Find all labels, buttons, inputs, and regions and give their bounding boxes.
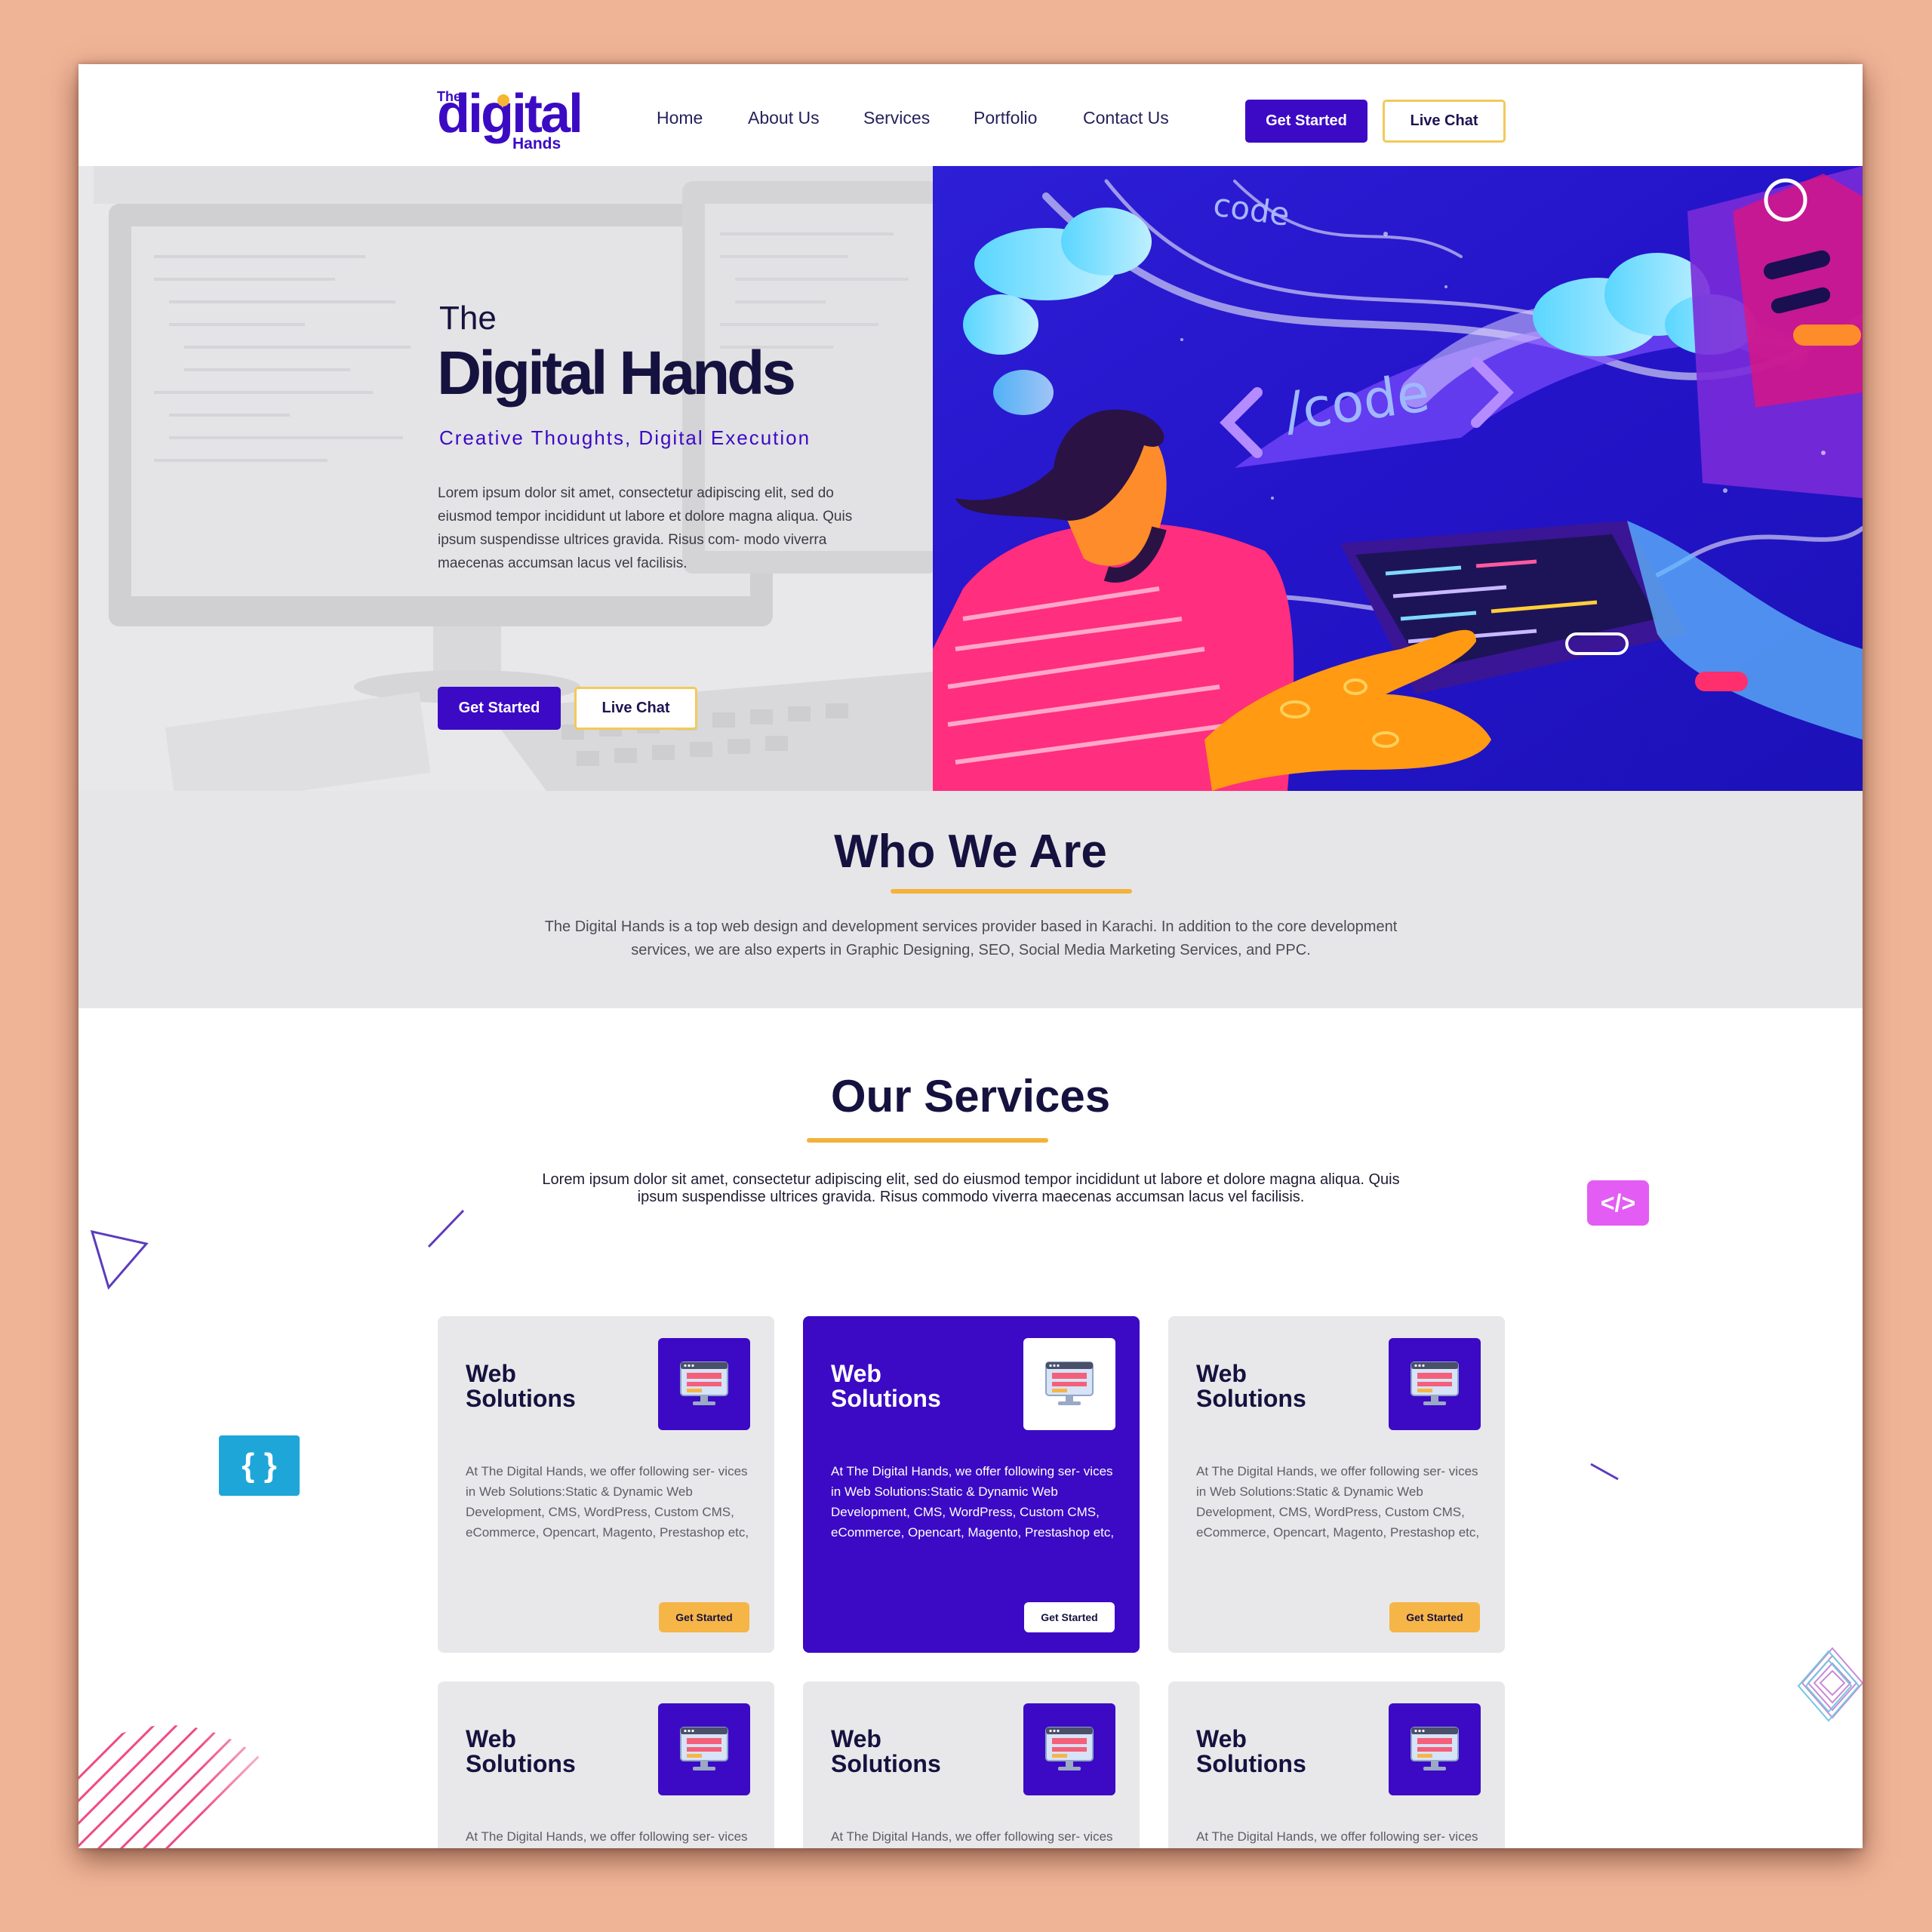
who-we-are-description: The Digital Hands is a top web design an… <box>544 918 1398 958</box>
nav-about-us[interactable]: About Us <box>748 108 820 128</box>
service-card-get-started-button[interactable]: Get Started <box>659 1602 749 1632</box>
hero-illustration: code /code <box>933 166 1863 791</box>
service-card-description: At The Digital Hands, we offer following… <box>831 1829 1113 1844</box>
header-live-chat-button[interactable]: Live Chat <box>1383 100 1506 143</box>
nav-contact-us[interactable]: Contact Us <box>1083 108 1169 128</box>
who-we-are-title: Who We Are <box>834 826 1107 878</box>
service-card-get-started-button[interactable]: Get Started <box>1389 1602 1480 1632</box>
hero-description: Lorem ipsum dolor sit amet, consectetur … <box>438 485 853 571</box>
line-decoration <box>1590 1463 1619 1481</box>
monitor-icon <box>658 1338 750 1430</box>
service-card[interactable]: Web Solutions At The Digital Hands, we o… <box>438 1316 774 1653</box>
service-card-description: At The Digital Hands, we offer following… <box>466 1464 749 1540</box>
hero-subtitle: Creative Thoughts, Digital Execution <box>439 426 811 449</box>
braces-icon: { } <box>219 1435 300 1496</box>
hero-title: Digital Hands <box>437 339 796 408</box>
service-card-title: Web Solutions <box>1196 1360 1306 1412</box>
nested-diamond-decoration <box>1797 1647 1863 1722</box>
service-card-title: Web Solutions <box>466 1725 576 1777</box>
monitor-icon <box>1023 1703 1115 1795</box>
site-header: The digital Hands Home About Us Services… <box>78 64 1863 166</box>
service-card[interactable]: Web Solutions At The Digital Hands, we o… <box>438 1681 774 1848</box>
monitor-icon <box>1023 1338 1115 1430</box>
service-card-title: Web Solutions <box>831 1725 941 1777</box>
services-description: Lorem ipsum dolor sit amet, consectetur … <box>542 1171 1400 1205</box>
hero-get-started-button[interactable]: Get Started <box>438 687 561 730</box>
hero-live-chat-button[interactable]: Live Chat <box>574 687 697 730</box>
website-mockup: The digital Hands Home About Us Services… <box>78 64 1863 1848</box>
nav-portfolio[interactable]: Portfolio <box>974 108 1037 128</box>
service-card-get-started-button[interactable]: Get Started <box>1024 1602 1115 1632</box>
striped-circle-decoration <box>78 1718 305 1848</box>
service-card[interactable]: Web Solutions At The Digital Hands, we o… <box>803 1681 1140 1848</box>
triangle-decoration <box>90 1229 149 1291</box>
service-card-description: At The Digital Hands, we offer following… <box>831 1464 1115 1540</box>
monitor-icon <box>1389 1338 1481 1430</box>
code-tag-icon: </> <box>1587 1180 1649 1226</box>
logo-digital-text: digital <box>437 84 583 144</box>
title-underline <box>807 1138 1048 1143</box>
our-services-title: Our Services <box>830 1071 1111 1121</box>
monitor-icon <box>658 1703 750 1795</box>
service-card-title: Web Solutions <box>831 1360 941 1412</box>
who-we-are-section: Who We Are The Digital Hands is a top we… <box>78 791 1863 1008</box>
service-card-title: Web Solutions <box>1196 1725 1306 1777</box>
service-card-description: At The Digital Hands, we offer following… <box>1196 1464 1480 1540</box>
hero-pre-title: The <box>439 300 497 337</box>
service-card-description: At The Digital Hands, we offer following… <box>1196 1829 1478 1844</box>
monitor-icon <box>1389 1703 1481 1795</box>
nav-home[interactable]: Home <box>657 108 703 128</box>
logo-dot <box>497 94 509 106</box>
our-services-section: Our Services Lorem ipsum dolor sit amet,… <box>78 1008 1863 1848</box>
service-card-title: Web Solutions <box>466 1360 576 1412</box>
line-decoration <box>427 1209 465 1248</box>
header-get-started-button[interactable]: Get Started <box>1245 100 1367 143</box>
coding-illustration: code /code <box>933 166 1863 791</box>
service-card[interactable]: Web Solutions At The Digital Hands, we o… <box>803 1316 1140 1653</box>
brand-logo[interactable]: The digital Hands <box>437 85 588 153</box>
logo-hands-text: Hands <box>512 135 561 152</box>
nav-services[interactable]: Services <box>863 108 930 128</box>
service-card[interactable]: Web Solutions At The Digital Hands, we o… <box>1168 1316 1505 1653</box>
hero-section: The Digital Hands Creative Thoughts, Dig… <box>78 166 1863 791</box>
service-card[interactable]: Web Solutions At The Digital Hands, we o… <box>1168 1681 1505 1848</box>
hero-left-panel: The Digital Hands Creative Thoughts, Dig… <box>78 166 933 791</box>
title-underline <box>891 889 1132 894</box>
service-card-description: At The Digital Hands, we offer following… <box>466 1829 748 1844</box>
